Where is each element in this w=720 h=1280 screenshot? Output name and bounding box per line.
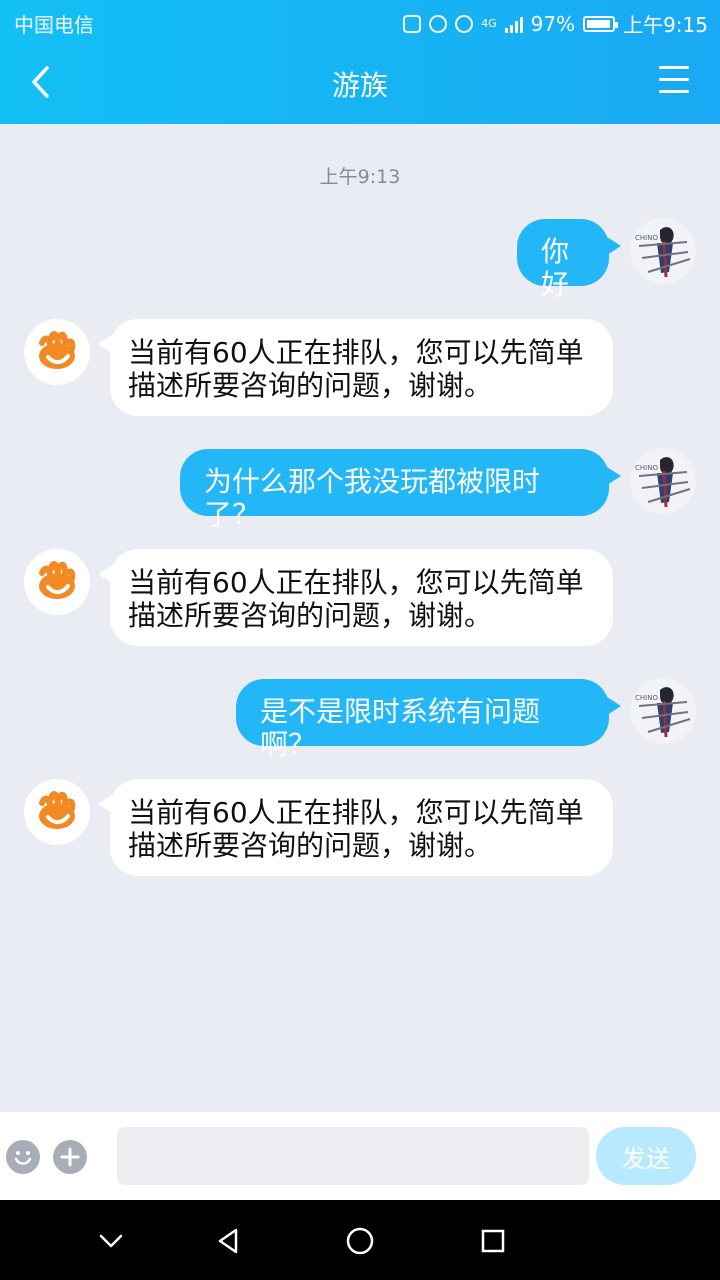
message-composer: 发送 xyxy=(0,1112,720,1200)
chat-title: 游族 xyxy=(331,69,388,102)
avatar-illustration: CHINO xyxy=(630,678,696,744)
message-text: 是不是限时系统有问题啊？ xyxy=(260,695,541,761)
battery-icon xyxy=(583,15,619,32)
menu-button[interactable] xyxy=(656,66,694,100)
system-navigation-bar xyxy=(0,1200,720,1280)
add-attachment-button[interactable] xyxy=(53,1140,87,1174)
user-message-bubble[interactable]: 为什么那个我没玩都被限时了？ xyxy=(180,449,621,531)
menu-icon-line xyxy=(659,66,689,69)
smile-icon xyxy=(7,1141,39,1173)
status-time: 上午9:15 xyxy=(623,13,708,37)
status-bar: 中国电信 4G 97% 上午9:15 xyxy=(0,0,720,42)
user-avatar[interactable]: CHINO xyxy=(630,218,696,284)
user-avatar[interactable]: CHINO xyxy=(630,678,696,744)
status-icons: 4G 97% 上午9:15 xyxy=(403,9,708,38)
avatar-illustration: CHINO xyxy=(630,448,696,514)
service-message-bubble[interactable]: 当前有60人正在排队，您可以先简单描述所要咨询的问题，谢谢。 xyxy=(98,319,613,416)
support-hand-icon xyxy=(26,321,88,383)
plus-icon xyxy=(54,1141,86,1173)
support-hand-icon xyxy=(26,551,88,613)
alarm-icon xyxy=(429,14,448,33)
svg-text:CHINO: CHINO xyxy=(635,464,658,472)
title-bar: 游族 xyxy=(0,42,720,124)
menu-icon-line xyxy=(659,90,689,93)
support-hand-icon xyxy=(26,781,88,843)
emoji-button[interactable] xyxy=(6,1140,40,1174)
message-text: 当前有60人正在排队，您可以先简单描述所要咨询的问题，谢谢。 xyxy=(128,336,584,402)
svg-text:CHINO: CHINO xyxy=(635,234,658,242)
message-input[interactable] xyxy=(117,1127,589,1185)
svg-text:CHINO: CHINO xyxy=(635,694,658,702)
back-triangle-icon[interactable] xyxy=(212,1226,242,1256)
chevron-down-icon[interactable] xyxy=(96,1226,126,1256)
menu-icon-line xyxy=(659,78,689,81)
home-circle-icon[interactable] xyxy=(345,1226,375,1256)
user-message-bubble[interactable]: 是不是限时系统有问题啊？ xyxy=(236,679,621,761)
send-button[interactable]: 发送 xyxy=(596,1127,696,1185)
message-timestamp: 上午9:13 xyxy=(319,166,401,188)
message-text: 你好 xyxy=(541,235,570,301)
service-avatar[interactable] xyxy=(24,319,90,385)
service-message-bubble[interactable]: 当前有60人正在排队，您可以先简单描述所要咨询的问题，谢谢。 xyxy=(98,549,613,646)
eye-icon xyxy=(455,14,474,33)
user-avatar[interactable]: CHINO xyxy=(630,448,696,514)
network-label: 4G xyxy=(481,16,497,30)
vibrate-icon xyxy=(403,14,422,33)
battery-percentage: 97% xyxy=(530,11,576,36)
carrier-label: 中国电信 xyxy=(14,13,94,37)
battery-level xyxy=(587,19,611,28)
recent-apps-square-icon[interactable] xyxy=(478,1226,508,1256)
service-message-bubble[interactable]: 当前有60人正在排队，您可以先简单描述所要咨询的问题，谢谢。 xyxy=(98,779,613,876)
message-text: 当前有60人正在排队，您可以先简单描述所要咨询的问题，谢谢。 xyxy=(128,566,584,632)
message-text: 为什么那个我没玩都被限时了？ xyxy=(204,465,541,531)
message-text: 当前有60人正在排队，您可以先简单描述所要咨询的问题，谢谢。 xyxy=(128,796,584,862)
app-header: 中国电信 4G 97% 上午9:15 游族 xyxy=(0,0,720,124)
signal-icon xyxy=(504,15,523,33)
service-avatar[interactable] xyxy=(24,779,90,845)
chat-history[interactable]: 上午9:13 你好 CHINO 当前有60人正在排队，您可以先简单描述所要咨询的… xyxy=(0,124,720,1112)
service-avatar[interactable] xyxy=(24,549,90,615)
user-message-bubble[interactable]: 你好 xyxy=(517,219,621,301)
avatar-illustration: CHINO xyxy=(630,218,696,284)
